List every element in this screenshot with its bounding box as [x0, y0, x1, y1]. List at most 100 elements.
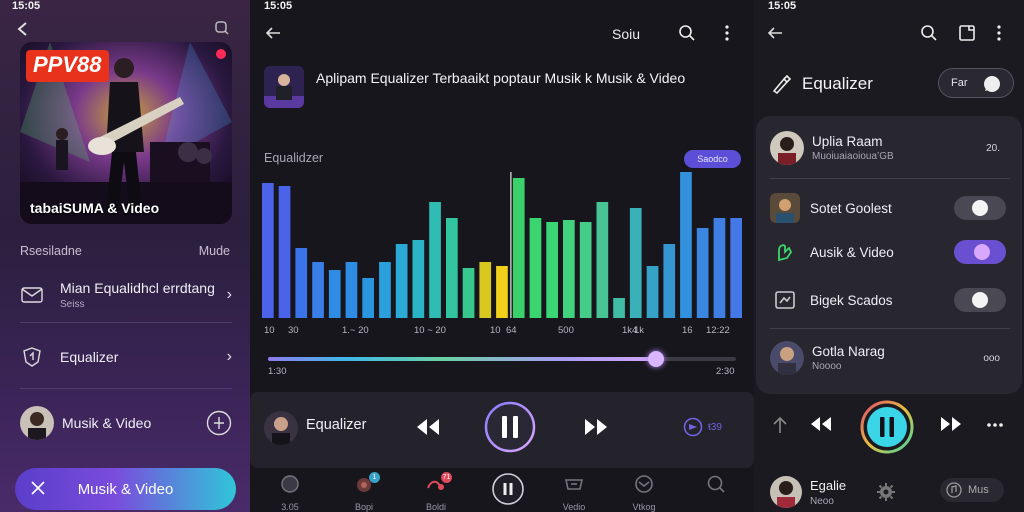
bottom-title: Egalie: [810, 478, 847, 493]
back-icon[interactable]: [14, 20, 32, 38]
eq-bar[interactable]: [680, 172, 692, 318]
bottom-action-button[interactable]: Musik & Video: [15, 468, 236, 510]
avatar: [770, 131, 804, 165]
chevron-right-icon: ›: [226, 286, 232, 303]
page-title: Equalizer: [770, 73, 873, 95]
frequency-tick: 64: [506, 325, 517, 336]
eq-bar[interactable]: [446, 218, 458, 318]
eq-bar[interactable]: [345, 262, 358, 318]
nav-pause[interactable]: [486, 472, 530, 511]
frequency-axis: 10 30 1.~ 20 10 ~ 20 10 64 500 1k4 1k 16 12:22: [262, 325, 742, 339]
eq-bar[interactable]: [713, 218, 726, 318]
pause-button[interactable]: [860, 400, 914, 454]
cast-icon[interactable]: ŧ39: [682, 417, 722, 437]
video-icon: [563, 474, 585, 494]
eq-bar[interactable]: [362, 278, 374, 318]
nav-search[interactable]: [694, 474, 738, 499]
bottom-action-label: Musik & Video: [77, 480, 174, 498]
add-circle-icon[interactable]: [206, 410, 232, 436]
search-icon[interactable]: [678, 24, 696, 42]
eq-bar[interactable]: [613, 298, 625, 318]
eq-bar[interactable]: [379, 262, 391, 318]
fast-forward-icon[interactable]: [940, 416, 962, 432]
eq-bar[interactable]: [328, 270, 341, 318]
sort-button[interactable]: Soiu: [612, 26, 640, 42]
list-item-main-equalizer[interactable]: Mian Equalidhcl errdtang Seiss ›: [20, 280, 236, 310]
equalizer-bars[interactable]: [262, 166, 742, 318]
equalizer-label: Equalidzer: [264, 151, 324, 165]
toggle-switch[interactable]: [954, 240, 1006, 264]
more-vert-icon[interactable]: [724, 24, 730, 42]
eq-bar[interactable]: [529, 218, 542, 318]
seek-bar[interactable]: [268, 351, 736, 367]
eq-bar[interactable]: [730, 218, 742, 318]
eq-bar[interactable]: [512, 178, 525, 318]
eq-bar[interactable]: [278, 186, 291, 318]
chevron-right-icon: ›: [226, 348, 232, 365]
nav-music[interactable]: 1 Bopi: [342, 472, 386, 512]
featured-video-thumbnail[interactable]: PPV88 tabaiSUMA & Video: [20, 42, 232, 224]
nav-label: Bopi: [354, 502, 373, 512]
brand-logo: PPV88: [26, 50, 109, 82]
eq-bar[interactable]: [596, 202, 609, 318]
eq-bar[interactable]: [629, 208, 642, 318]
avatar[interactable]: [770, 476, 802, 508]
mini-player: [754, 396, 1024, 456]
pause-button[interactable]: [484, 401, 536, 453]
eq-bar[interactable]: [395, 244, 408, 318]
search-icon[interactable]: [920, 24, 938, 42]
window-icon[interactable]: [958, 24, 976, 42]
eq-bar[interactable]: [563, 220, 575, 318]
frequency-tick: 10 ~ 20: [414, 325, 446, 336]
nav-video[interactable]: Vedio: [552, 474, 596, 512]
seek-handle[interactable]: [648, 351, 665, 367]
toggle-row[interactable]: Bigek Scados: [770, 280, 1010, 320]
frequency-tick: 16: [682, 325, 693, 336]
eq-bar[interactable]: [696, 228, 709, 318]
eq-bar[interactable]: [663, 244, 676, 318]
pause-circle-icon: [491, 472, 525, 506]
eq-bar[interactable]: [312, 262, 324, 318]
eq-bar[interactable]: [579, 222, 592, 318]
more-vert-icon[interactable]: [996, 24, 1002, 42]
list-item-musik-video[interactable]: Musik & Video: [20, 406, 236, 440]
toggle-switch[interactable]: [954, 288, 1006, 312]
nav-playlist[interactable]: 71 Boldi: [414, 472, 458, 512]
time-elapsed: 1:30: [268, 366, 287, 377]
settings-icon[interactable]: [876, 482, 896, 502]
rewind-icon[interactable]: [416, 418, 440, 436]
frequency-tick: 12:22: [706, 325, 730, 336]
eq-bar[interactable]: [295, 248, 308, 318]
eq-bar[interactable]: [429, 202, 441, 318]
list-item-trailing: 20.: [986, 142, 1000, 154]
eq-bar[interactable]: [462, 268, 475, 318]
nav-badge: 1: [369, 472, 380, 483]
back-icon[interactable]: [264, 24, 282, 42]
eq-bar[interactable]: [412, 240, 425, 318]
list-item[interactable]: Gotla Narag Noooo ooo: [770, 338, 1010, 378]
list-item[interactable]: Uplia Raam Muoiuaiaoioua’GB 20.: [770, 128, 1010, 168]
toggle-switch[interactable]: [954, 196, 1006, 220]
music-pill[interactable]: Mus: [940, 478, 1004, 502]
nav-home[interactable]: 3.05: [268, 474, 312, 512]
eq-bar[interactable]: [479, 262, 492, 318]
list-item-equalizer[interactable]: Equalizer ›: [20, 346, 236, 368]
eq-bar[interactable]: [496, 266, 508, 318]
nav-time[interactable]: Vtkog: [622, 474, 666, 512]
section-action[interactable]: Mude: [199, 244, 230, 258]
bottom-sub: Neoo: [810, 496, 834, 507]
toggle-row[interactable]: Sotet Goolest: [770, 188, 1010, 228]
eq-bar[interactable]: [646, 266, 659, 318]
eq-bar[interactable]: [262, 183, 274, 318]
eq-bar[interactable]: [546, 222, 558, 318]
search-icon[interactable]: [214, 20, 230, 36]
arrow-up-icon[interactable]: [772, 416, 788, 434]
fast-forward-icon[interactable]: [584, 418, 608, 436]
toggle-row[interactable]: Ausik & Video: [770, 232, 1010, 272]
back-icon[interactable]: [766, 24, 784, 42]
mode-toggle-label: Far: [951, 77, 968, 89]
more-horiz-icon[interactable]: [986, 422, 1004, 428]
mode-toggle[interactable]: Far: [938, 68, 1014, 98]
rewind-icon[interactable]: [810, 416, 832, 432]
divider: [20, 388, 232, 389]
